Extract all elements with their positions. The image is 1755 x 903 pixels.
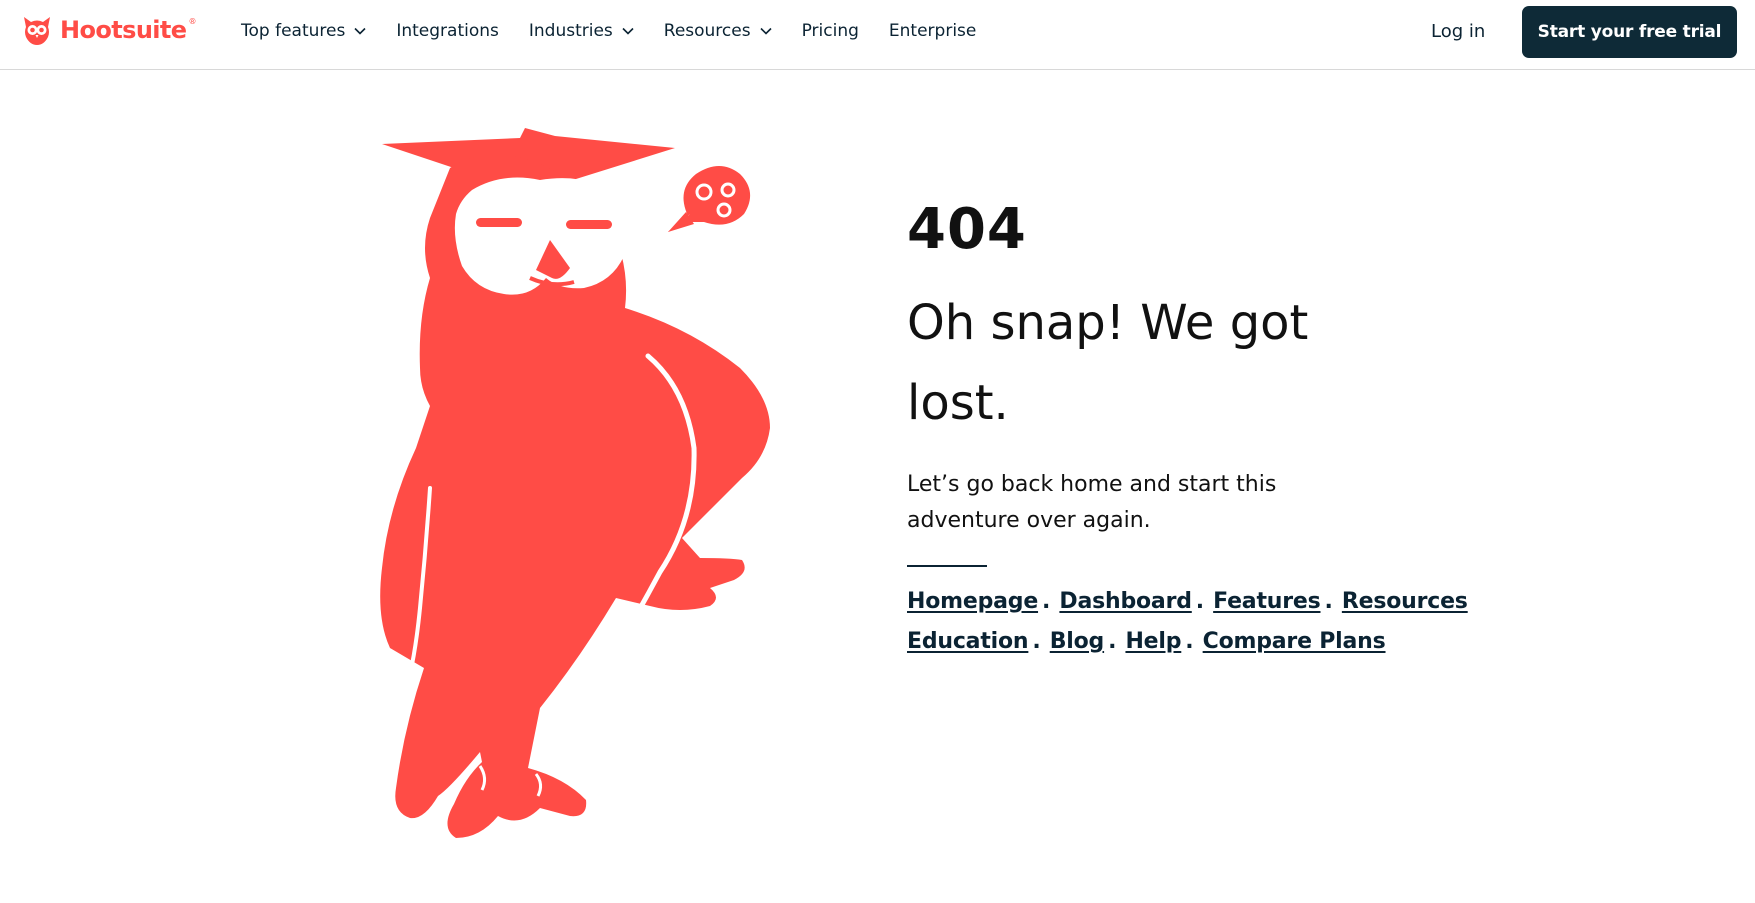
link-compare-plans[interactable]: Compare Plans (1203, 629, 1386, 654)
nav-enterprise[interactable]: Enterprise (889, 21, 976, 41)
link-separator: . (1032, 629, 1041, 654)
nav-integrations[interactable]: Integrations (396, 21, 499, 41)
link-blog[interactable]: Blog (1050, 629, 1105, 654)
link-separator: . (1108, 629, 1117, 654)
link-education[interactable]: Education (907, 629, 1029, 654)
nav-pricing[interactable]: Pricing (802, 21, 859, 41)
link-separator: . (1195, 589, 1205, 614)
helpful-links: Homepage. Dashboard. Features. Resources Ed… (907, 582, 1537, 662)
link-features[interactable]: Features (1213, 589, 1321, 614)
owl-illustration (380, 128, 770, 839)
login-link[interactable]: Log in (1431, 18, 1485, 44)
nav-industries[interactable]: Industries (529, 21, 634, 41)
nav-label: Industries (528, 21, 613, 41)
nav-label: Pricing (801, 21, 859, 41)
error-content: 404 Oh snap! We got lost. Let’s go back … (907, 193, 1547, 662)
top-navigation: Hootsuite ® Top features Integrations In… (0, 0, 1755, 70)
error-code: 404 (907, 197, 1027, 262)
link-separator: . (1185, 629, 1194, 654)
link-dashboard[interactable]: Dashboard (1059, 589, 1192, 614)
logo-wordmark: Hootsuite (60, 16, 187, 44)
main-nav: Top features Integrations Industries Res… (241, 18, 1006, 44)
divider (907, 565, 987, 567)
nav-label: Enterprise (888, 21, 977, 41)
link-separator: . (1042, 589, 1051, 614)
chevron-down-icon (354, 27, 366, 35)
link-separator: . (1324, 589, 1333, 614)
chevron-down-icon (622, 27, 634, 35)
nav-label: Resources (663, 21, 751, 41)
nav-top-features[interactable]: Top features (241, 21, 366, 41)
swirl-speech-bubble-icon (668, 166, 751, 232)
nav-resources[interactable]: Resources (664, 21, 772, 41)
link-help[interactable]: Help (1125, 629, 1181, 654)
hootsuite-logo[interactable]: Hootsuite ® (20, 10, 196, 50)
chevron-down-icon (760, 27, 772, 35)
registered-mark: ® (188, 16, 197, 26)
error-heading: Oh snap! We got lost. (907, 295, 1309, 431)
nav-label: Integrations (396, 21, 499, 41)
link-homepage[interactable]: Homepage (907, 589, 1038, 614)
link-resources[interactable]: Resources (1342, 589, 1468, 614)
owl-logo-icon (24, 17, 50, 45)
nav-label: Top features (241, 21, 346, 41)
start-free-trial-button[interactable]: Start your free trial (1522, 6, 1737, 58)
error-subtext: Let’s go back home and start this advent… (907, 472, 1277, 533)
